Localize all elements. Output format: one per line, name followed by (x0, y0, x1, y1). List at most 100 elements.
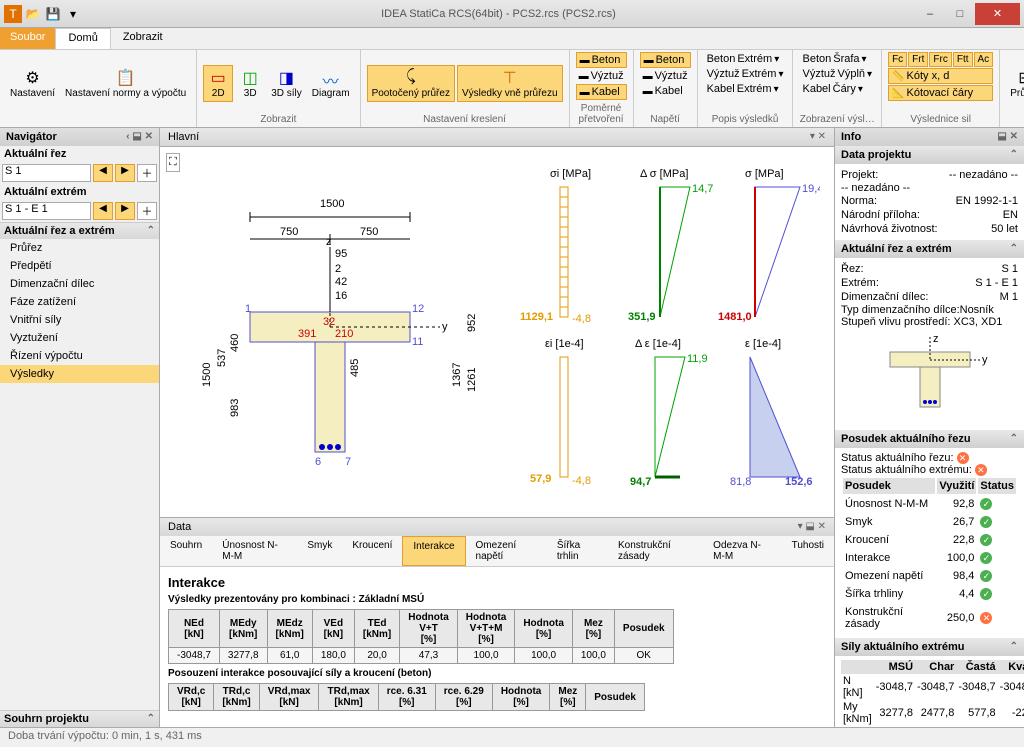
napeti-vyztuz[interactable]: ▬ Výztuž (640, 69, 691, 83)
napeti-kabel[interactable]: ▬ Kabel (640, 84, 691, 98)
prurez-button[interactable]: ⊞Průřez (1006, 66, 1024, 101)
nav-item[interactable]: Průřez (0, 239, 159, 257)
close-button[interactable]: ✕ (975, 3, 1020, 25)
rez-prev[interactable]: ◀ (93, 164, 113, 182)
frc-button[interactable]: Frc (929, 52, 951, 67)
pretvoreni-kabel[interactable]: ▬ Kabel (576, 84, 627, 100)
nav-section-2[interactable]: Souhrn projektu⌃ (0, 710, 159, 727)
svg-text:Δ σ [MPa]: Δ σ [MPa] (640, 168, 688, 180)
info-panel: Info⬓ ✕ Data projektu⌃ Projekt:-- nezadá… (834, 128, 1024, 727)
svg-text:750: 750 (280, 226, 298, 238)
popis-beton[interactable]: Beton Extrém ▾ (704, 52, 787, 66)
nav-item[interactable]: Řízení výpočtu (0, 347, 159, 365)
frt-button[interactable]: Frt (908, 52, 928, 67)
navigator-header: Navigátor‹ ⬓ ✕ (0, 128, 159, 146)
extrem-select[interactable]: S 1 - E 1 (2, 202, 91, 220)
app-icon[interactable]: T (4, 5, 22, 23)
nav-item[interactable]: Dimenzační dílec (0, 275, 159, 293)
main-header: Hlavní ▾ ✕ (160, 128, 834, 147)
aktualni-extrem-label: Aktuální extrém (0, 184, 159, 200)
diagram-button[interactable]: 〰Diagram (308, 66, 354, 101)
svg-text:11,9: 11,9 (687, 353, 708, 365)
rez-select[interactable]: S 1 (2, 164, 91, 182)
nav-section-1[interactable]: Aktuální řez a extrém⌃ (0, 222, 159, 239)
extrem-prev[interactable]: ◀ (93, 202, 113, 220)
info-akt-hdr[interactable]: Aktuální řez a extrém⌃ (835, 240, 1024, 258)
svg-text:983: 983 (229, 399, 241, 417)
maximize-button[interactable]: □ (945, 3, 975, 25)
menu-bar: Soubor Domů Zobrazit (0, 28, 1024, 50)
tab-zobrazit[interactable]: Zobrazit (111, 28, 175, 49)
pootoceny-button[interactable]: ⤹Pootočený průřez (367, 65, 455, 102)
nav-list-1: PrůřezPředpětíDimenzační dílecFáze zatíž… (0, 239, 159, 710)
main-tab-hlavni[interactable]: Hlavní (168, 131, 199, 143)
popis-kabel[interactable]: Kabel Extrém ▾ (704, 82, 787, 96)
svg-text:14,7: 14,7 (692, 183, 713, 195)
ribbon: ⚙Nastavení 📋Nastavení normy a výpočtu ▭2… (0, 50, 1024, 128)
extrem-next[interactable]: ▶ (115, 202, 135, 220)
data-subtitle-1: Výsledky prezentovány pro kombinaci : Zá… (168, 594, 826, 605)
napeti-beton[interactable]: ▬ Beton (640, 52, 691, 68)
ftt-button[interactable]: Ftt (953, 52, 973, 67)
main-pin-icon[interactable]: ▾ ✕ (810, 131, 826, 143)
nastaveni-button[interactable]: ⚙Nastavení (6, 66, 59, 101)
svg-text:19,4: 19,4 (802, 183, 820, 195)
popis-vyztuz[interactable]: Výztuž Extrém ▾ (704, 67, 787, 81)
svg-text:z: z (326, 236, 332, 248)
svg-text:1261: 1261 (466, 368, 478, 392)
view-3d-sily-button[interactable]: ◨3D síly (267, 66, 306, 101)
kotovaci-button[interactable]: 📐 Kótovací čáry (888, 85, 993, 101)
svg-text:42: 42 (335, 276, 347, 288)
info-proj-hdr[interactable]: Data projektu⌃ (835, 146, 1024, 164)
view-2d-button[interactable]: ▭2D (203, 65, 233, 102)
rez-add[interactable]: ＋ (137, 164, 157, 182)
rez-next[interactable]: ▶ (115, 164, 135, 182)
nav-item[interactable]: Fáze zatížení (0, 293, 159, 311)
interakce-table: NEd[kN]MEdy[kNm]MEdz[kNm]VEd[kN]TEd[kNm]… (168, 609, 674, 664)
svg-text:537: 537 (216, 349, 228, 367)
svg-text:391: 391 (298, 328, 316, 340)
open-icon[interactable]: 📂 (24, 5, 42, 23)
svg-text:57,9: 57,9 (530, 473, 551, 485)
data-body[interactable]: Interakce Výsledky prezentovány pro komb… (160, 567, 834, 727)
svg-text:σi [MPa]: σi [MPa] (550, 168, 591, 180)
window-buttons: – □ ✕ (915, 3, 1020, 25)
tab-soubor[interactable]: Soubor (0, 28, 55, 49)
svg-text:12: 12 (412, 303, 424, 315)
aktualni-rez-label: Aktuální řez (0, 146, 159, 162)
status-bad-icon: ✕ (957, 452, 969, 464)
nav-item[interactable]: Výsledky (0, 365, 159, 383)
ac-button[interactable]: Ac (974, 52, 994, 67)
window-title: IDEA StatiCa RCS(64bit) - PCS2.rcs (PCS2… (82, 8, 915, 20)
save-icon[interactable]: 💾 (44, 5, 62, 23)
zobr-beton[interactable]: Beton Šrafa ▾ (799, 52, 875, 66)
koty-button[interactable]: 📏 Kóty x, d (888, 68, 993, 84)
nav-item[interactable]: Vnitřní síly (0, 311, 159, 329)
dropdown-icon[interactable]: ▾ (64, 5, 82, 23)
titlebar: T 📂 💾 ▾ IDEA StatiCa RCS(64bit) - PCS2.r… (0, 0, 1024, 28)
zobr-kabel[interactable]: Kabel Čáry ▾ (799, 82, 875, 96)
zobr-vyztuz[interactable]: Výztuž Výplň ▾ (799, 67, 875, 81)
svg-text:6: 6 (315, 456, 321, 468)
nastaveni-normy-button[interactable]: 📋Nastavení normy a výpočtu (61, 66, 190, 101)
minimize-button[interactable]: – (915, 3, 945, 25)
data-panel: Data▾ ⬓ ✕ SouhrnÚnosnost N-M-MSmykKrouce… (160, 517, 834, 727)
info-header: Info⬓ ✕ (835, 128, 1024, 146)
extrem-add[interactable]: ＋ (137, 202, 157, 220)
pretvoreni-beton[interactable]: ▬ Beton (576, 52, 627, 68)
drawing-canvas[interactable]: ⛶ 1500 750750 1 12 11 6 7 32 3 (160, 147, 834, 517)
pretvoreni-vyztuz[interactable]: ▬ Výztuž (576, 69, 627, 83)
status-bar: Doba trvání výpočtu: 0 min, 1 s, 431 ms (0, 727, 1024, 747)
info-sily-hdr[interactable]: Síly aktuálního extrému⌃ (835, 638, 1024, 656)
info-posudek-hdr[interactable]: Posudek aktuálního řezu⌃ (835, 430, 1024, 448)
nav-item[interactable]: Předpětí (0, 257, 159, 275)
fc-button[interactable]: Fc (888, 52, 907, 67)
nav-item[interactable]: Vyztužení (0, 329, 159, 347)
svg-text:Δ ε [1e-4]: Δ ε [1e-4] (635, 338, 681, 350)
tab-domu[interactable]: Domů (55, 28, 110, 49)
svg-text:z: z (933, 333, 939, 345)
svg-text:1481,0: 1481,0 (718, 311, 752, 323)
vysledky-vne-button[interactable]: ⊤Výsledky vně průřezu (457, 65, 563, 102)
view-3d-button[interactable]: ◫3D (235, 66, 265, 101)
svg-text:εi [1e-4]: εi [1e-4] (545, 338, 584, 350)
